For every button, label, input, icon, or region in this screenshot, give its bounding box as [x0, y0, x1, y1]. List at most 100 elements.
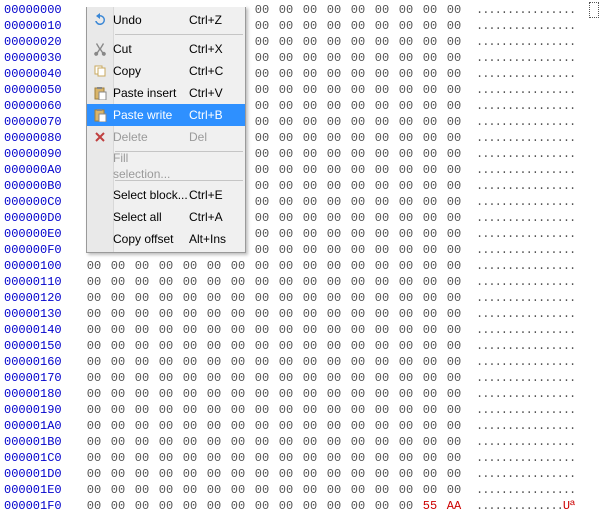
byte[interactable]: 00 — [202, 450, 226, 466]
byte[interactable]: 00 — [82, 482, 106, 498]
byte[interactable]: 00 — [442, 50, 466, 66]
hex-bytes[interactable]: 00000000000000000000000000000000 — [82, 354, 466, 370]
byte[interactable]: 00 — [298, 274, 322, 290]
byte[interactable]: 00 — [322, 434, 346, 450]
byte[interactable]: 00 — [154, 370, 178, 386]
byte[interactable]: 00 — [322, 418, 346, 434]
byte[interactable]: 00 — [298, 306, 322, 322]
byte[interactable]: 00 — [370, 82, 394, 98]
byte[interactable]: 00 — [394, 82, 418, 98]
byte[interactable]: 00 — [130, 322, 154, 338]
byte[interactable]: 00 — [274, 450, 298, 466]
byte[interactable]: 00 — [418, 34, 442, 50]
byte[interactable]: 00 — [370, 162, 394, 178]
byte[interactable]: 00 — [250, 18, 274, 34]
byte[interactable]: 00 — [250, 130, 274, 146]
byte[interactable]: 00 — [442, 434, 466, 450]
hex-bytes[interactable]: 00000000000000000000000000000000 — [82, 466, 466, 482]
byte[interactable]: 00 — [322, 306, 346, 322]
byte[interactable]: 00 — [394, 114, 418, 130]
byte[interactable]: 00 — [226, 498, 250, 514]
hex-bytes[interactable]: 00000000000000000000000000000000 — [82, 402, 466, 418]
byte[interactable]: 00 — [250, 194, 274, 210]
byte[interactable]: 00 — [298, 2, 322, 18]
byte[interactable]: 00 — [226, 482, 250, 498]
byte[interactable]: 00 — [250, 466, 274, 482]
byte[interactable]: 00 — [250, 434, 274, 450]
byte[interactable]: 00 — [154, 258, 178, 274]
byte[interactable]: AA — [442, 498, 466, 514]
byte[interactable]: 00 — [370, 178, 394, 194]
byte[interactable]: 00 — [346, 2, 370, 18]
byte[interactable]: 00 — [202, 290, 226, 306]
byte[interactable]: 00 — [322, 34, 346, 50]
byte[interactable]: 00 — [154, 434, 178, 450]
ascii[interactable]: ................ — [466, 18, 575, 34]
byte[interactable]: 00 — [442, 194, 466, 210]
byte[interactable]: 00 — [394, 178, 418, 194]
byte[interactable]: 00 — [418, 402, 442, 418]
byte[interactable]: 00 — [274, 386, 298, 402]
hex-bytes[interactable]: 00000000000000000000000000000000 — [82, 306, 466, 322]
byte[interactable]: 00 — [226, 322, 250, 338]
byte[interactable]: 00 — [154, 482, 178, 498]
byte[interactable]: 00 — [202, 306, 226, 322]
byte[interactable]: 00 — [154, 274, 178, 290]
byte[interactable]: 00 — [394, 354, 418, 370]
hex-bytes[interactable]: 00000000000000000000000000000000 — [82, 450, 466, 466]
byte[interactable]: 00 — [418, 258, 442, 274]
byte[interactable]: 00 — [322, 226, 346, 242]
byte[interactable]: 00 — [346, 322, 370, 338]
byte[interactable]: 00 — [418, 418, 442, 434]
byte[interactable]: 00 — [250, 418, 274, 434]
byte[interactable]: 00 — [274, 82, 298, 98]
byte[interactable]: 00 — [250, 226, 274, 242]
byte[interactable]: 00 — [394, 18, 418, 34]
byte[interactable]: 00 — [178, 434, 202, 450]
hex-bytes[interactable]: 00000000000000000000000000000000 — [82, 290, 466, 306]
byte[interactable]: 00 — [370, 466, 394, 482]
hex-bytes[interactable]: 00000000000000000000000000000000 — [82, 322, 466, 338]
byte[interactable]: 00 — [298, 450, 322, 466]
hex-row[interactable]: 0000016000000000000000000000000000000000… — [0, 354, 603, 370]
byte[interactable]: 00 — [418, 386, 442, 402]
byte[interactable]: 00 — [442, 386, 466, 402]
menu-item-select-block[interactable]: Select block...Ctrl+E — [87, 184, 245, 206]
byte[interactable]: 00 — [178, 386, 202, 402]
menu-item-paste-write[interactable]: Paste writeCtrl+B — [87, 104, 245, 126]
byte[interactable]: 00 — [442, 226, 466, 242]
byte[interactable]: 00 — [394, 466, 418, 482]
byte[interactable]: 00 — [274, 162, 298, 178]
byte[interactable]: 00 — [370, 34, 394, 50]
byte[interactable]: 00 — [370, 130, 394, 146]
byte[interactable]: 00 — [274, 242, 298, 258]
byte[interactable]: 00 — [298, 498, 322, 514]
byte[interactable]: 00 — [130, 274, 154, 290]
byte[interactable]: 00 — [130, 434, 154, 450]
byte[interactable]: 00 — [202, 466, 226, 482]
byte[interactable]: 00 — [346, 146, 370, 162]
ascii[interactable]: ................ — [466, 466, 575, 482]
byte[interactable]: 00 — [106, 418, 130, 434]
byte[interactable]: 00 — [298, 194, 322, 210]
ascii[interactable]: ................ — [466, 226, 575, 242]
hex-row[interactable]: 0000018000000000000000000000000000000000… — [0, 386, 603, 402]
ascii[interactable]: ................ — [466, 450, 575, 466]
byte[interactable]: 00 — [418, 482, 442, 498]
byte[interactable]: 00 — [370, 482, 394, 498]
byte[interactable]: 00 — [394, 194, 418, 210]
byte[interactable]: 00 — [394, 162, 418, 178]
byte[interactable]: 00 — [346, 98, 370, 114]
byte[interactable]: 00 — [178, 482, 202, 498]
byte[interactable]: 00 — [82, 402, 106, 418]
byte[interactable]: 00 — [346, 258, 370, 274]
byte[interactable]: 00 — [442, 322, 466, 338]
byte[interactable]: 00 — [346, 498, 370, 514]
byte[interactable]: 00 — [418, 242, 442, 258]
byte[interactable]: 00 — [298, 82, 322, 98]
byte[interactable]: 00 — [322, 194, 346, 210]
byte[interactable]: 00 — [394, 450, 418, 466]
byte[interactable]: 00 — [178, 498, 202, 514]
byte[interactable]: 00 — [202, 402, 226, 418]
byte[interactable]: 00 — [418, 434, 442, 450]
